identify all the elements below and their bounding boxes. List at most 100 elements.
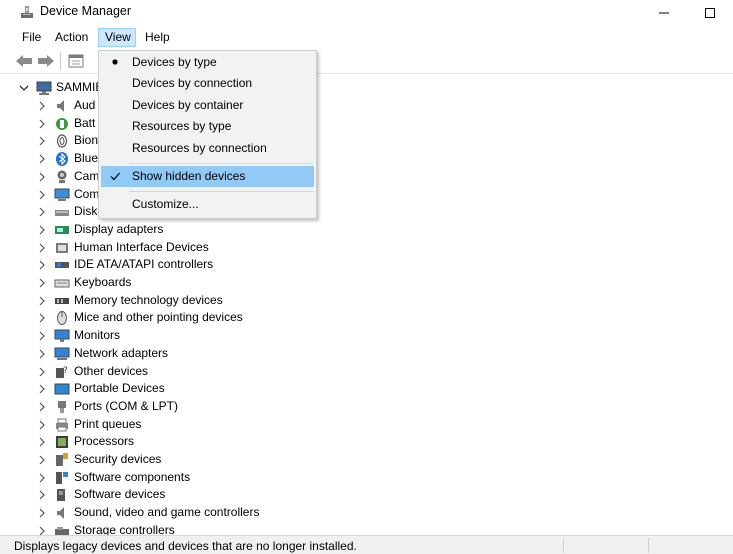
maximize-icon [705, 8, 715, 18]
chevron-right-icon[interactable] [36, 312, 48, 324]
chevron-right-icon[interactable] [36, 242, 48, 254]
menu-item-label: Resources by type [132, 119, 232, 133]
tree-category-row[interactable]: Security devices [0, 451, 733, 469]
menu-item-label: Customize... [132, 197, 199, 211]
menu-file[interactable]: File [16, 28, 47, 47]
bluetooth-icon [56, 152, 68, 167]
menu-item-resources-by-connection[interactable]: Resources by connection [101, 138, 314, 159]
menu-item-devices-by-connection[interactable]: Devices by connection [101, 73, 314, 94]
chevron-right-icon[interactable] [36, 259, 48, 271]
tree-category-row[interactable]: Human Interface Devices [0, 239, 733, 257]
computer-icon [54, 188, 70, 201]
maximize-button[interactable] [687, 0, 733, 26]
tree-category-label: Com [74, 186, 100, 201]
tree-category-row[interactable]: Mice and other pointing devices [0, 309, 733, 327]
properties-icon [68, 54, 84, 68]
chevron-right-icon[interactable] [36, 135, 48, 147]
chevron-right-icon[interactable] [36, 366, 48, 378]
tree-category-row[interactable]: Sound, video and game controllers [0, 504, 733, 522]
status-pane-divider [648, 538, 649, 553]
tree-category-row[interactable]: Print queues [0, 416, 733, 434]
port-icon [58, 400, 66, 413]
tree-category-row[interactable]: Display adapters [0, 221, 733, 239]
chevron-right-icon[interactable] [36, 189, 48, 201]
disk-drive-icon [55, 210, 69, 217]
tree-category-row[interactable]: Software components [0, 469, 733, 487]
chevron-right-icon[interactable] [36, 419, 48, 431]
menu-item-label: Resources by connection [132, 141, 267, 155]
network-adapter-icon [54, 347, 70, 360]
storage-controller-icon [55, 526, 69, 535]
unknown-device-icon: ? [56, 366, 68, 378]
tree-category-label: Aud [74, 98, 96, 112]
chevron-right-icon[interactable] [36, 206, 48, 218]
menu-item-devices-by-type[interactable]: Devices by type [101, 52, 314, 73]
chevron-right-icon[interactable] [36, 348, 48, 360]
menu-action[interactable]: Action [49, 28, 94, 47]
tree-category-row[interactable]: Network adapters [0, 345, 733, 363]
device-manager-app-icon [21, 6, 33, 18]
chevron-right-icon[interactable] [36, 472, 48, 484]
tree-category-row[interactable]: Monitors [0, 327, 733, 345]
tree-category-row[interactable]: ? Other devices [0, 363, 733, 381]
tree-category-row[interactable]: Portable Devices [0, 380, 733, 398]
chevron-right-icon[interactable] [36, 330, 48, 342]
mouse-icon [57, 311, 67, 326]
properties-button[interactable] [66, 52, 86, 70]
title-bar: Device Manager [0, 0, 733, 26]
chevron-right-icon[interactable] [36, 171, 48, 183]
menu-item-resources-by-type[interactable]: Resources by type [101, 116, 314, 137]
tree-category-label: Blue [74, 151, 99, 166]
chevron-right-icon[interactable] [36, 454, 48, 466]
chevron-right-icon[interactable] [36, 277, 48, 289]
menu-help[interactable]: Help [139, 28, 176, 47]
tree-category-row[interactable]: Storage controllers [0, 522, 733, 535]
fingerprint-icon [56, 134, 68, 148]
chevron-right-icon[interactable] [36, 295, 48, 307]
tree-category-row[interactable]: Processors [0, 433, 733, 451]
menu-item-show-hidden-devices[interactable]: Show hidden devices [101, 166, 314, 187]
menu-view[interactable]: View [98, 28, 136, 47]
minimize-button[interactable] [641, 0, 687, 26]
forward-button[interactable] [36, 52, 56, 70]
tree-category-label: Network adapters [74, 345, 169, 360]
chevron-right-icon[interactable] [36, 401, 48, 413]
menu-item-devices-by-container[interactable]: Devices by container [101, 95, 314, 116]
chevron-down-icon[interactable] [18, 82, 30, 94]
tree-category-label: Memory technology devices [74, 292, 223, 307]
chevron-right-icon[interactable] [36, 507, 48, 519]
back-button[interactable] [14, 52, 34, 70]
status-text: Displays legacy devices and devices that… [14, 539, 357, 553]
computer-icon [36, 81, 52, 95]
software-device-icon [57, 489, 65, 502]
menu-item-label: Devices by connection [132, 76, 253, 90]
display-adapter-icon [55, 225, 69, 234]
camera-icon [57, 170, 67, 183]
memory-icon [55, 297, 69, 304]
tree-category-label: Disk [74, 204, 98, 219]
status-bar: Displays legacy devices and devices that… [0, 535, 733, 554]
chevron-right-icon[interactable] [36, 100, 48, 112]
tree-category-label: Keyboards [74, 275, 132, 289]
chevron-right-icon[interactable] [36, 436, 48, 448]
tree-category-row[interactable]: Memory technology devices [0, 292, 733, 310]
menu-item-label: Devices by container [132, 98, 244, 112]
tree-category-label: Other devices [74, 363, 149, 378]
menu-item-label: Show hidden devices [132, 169, 246, 183]
tree-category-label: Ports (COM & LPT) [74, 398, 179, 413]
chevron-right-icon[interactable] [36, 153, 48, 165]
tree-category-label: Cam [74, 168, 100, 183]
tree-category-row[interactable]: IDE ATA/ATAPI controllers [0, 256, 733, 274]
chevron-right-icon[interactable] [36, 525, 48, 535]
chevron-right-icon[interactable] [36, 489, 48, 501]
tree-category-row[interactable]: Ports (COM & LPT) [0, 398, 733, 416]
chevron-right-icon[interactable] [36, 224, 48, 236]
chevron-right-icon[interactable] [36, 118, 48, 130]
tree-category-row[interactable]: Keyboards [0, 274, 733, 292]
printer-icon [56, 418, 68, 432]
tree-category-row[interactable]: Software devices [0, 486, 733, 504]
chevron-right-icon[interactable] [36, 383, 48, 395]
tree-category-label: Human Interface Devices [74, 239, 209, 254]
menu-item-customize[interactable]: Customize... [101, 194, 314, 215]
tree-category-label: IDE ATA/ATAPI controllers [74, 257, 214, 272]
